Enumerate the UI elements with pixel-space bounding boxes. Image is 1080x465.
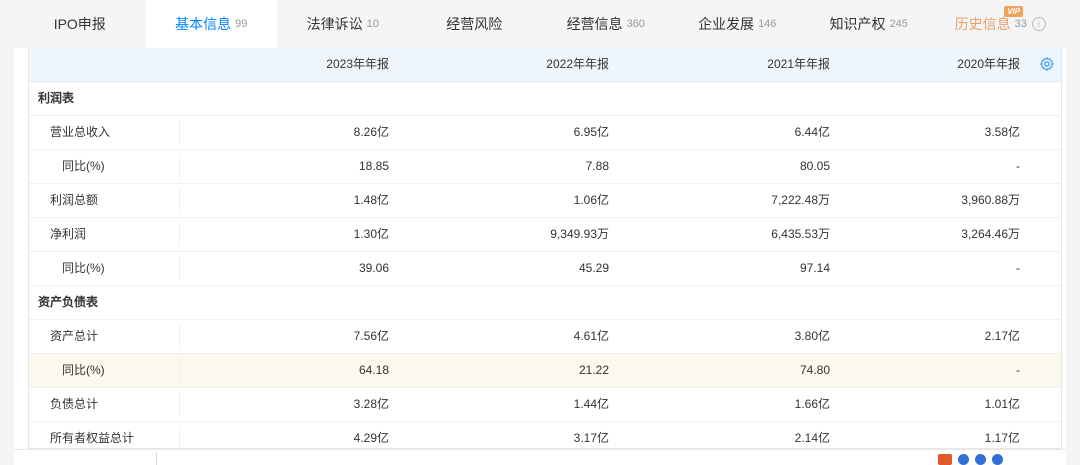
cell-2021: 6.44亿 [794,125,830,139]
tab-bar: IPO申报 基本信息 99 法律诉讼 10 经营风险 经营信息 360 企业发展… [14,0,1066,48]
cell-2021: 1.66亿 [794,397,830,411]
cell-2022: 3.17亿 [573,431,609,445]
tab-label: 企业发展 [698,16,755,32]
column-header: 2020年年报 [957,57,1020,71]
cell-2020: - [1016,261,1020,275]
cell-2020: - [1016,363,1020,377]
bottom-tick [156,453,157,465]
widget-icon[interactable] [992,454,1003,465]
table-row: 资产总计 7.56亿 4.61亿 3.80亿 2.17亿 [29,320,1061,354]
row-label: 所有者权益总计 [50,431,135,445]
tab-label: 法律诉讼 [306,16,363,32]
table-row: 同比(%) 39.06 45.29 97.14 - [29,252,1061,286]
tab-count: 99 [235,18,248,30]
section-label: 资产负债表 [38,295,99,309]
table-row: 营业总收入 8.26亿 6.95亿 6.44亿 3.58亿 [29,116,1061,150]
page-edge-left [0,0,14,465]
tab-label: 历史信息 [954,16,1011,32]
section-label: 利润表 [38,91,75,105]
cell-2023: 3.28亿 [353,397,389,411]
widget-icon[interactable] [958,454,969,465]
tab-ip[interactable]: 知识产权 245 [803,0,935,48]
tab-label: IPO申报 [53,16,106,32]
cell-2020: 2.17亿 [984,329,1020,343]
cell-2021: 3.80亿 [794,329,830,343]
widget-icon[interactable] [975,454,986,465]
widget-icon[interactable] [938,454,952,465]
tab-history[interactable]: VIP 历史信息 33 i [935,0,1067,48]
table-row: 净利润 1.30亿 9,349.93万 6,435.53万 3,264.46万 [29,218,1061,252]
table-row: 负债总计 3.28亿 1.44亿 1.66亿 1.01亿 [29,388,1061,422]
tab-operations[interactable]: 经营信息 360 [540,0,672,48]
cell-2022: 4.61亿 [573,329,609,343]
cell-2023: 18.85 [358,159,389,173]
cell-2023: 8.26亿 [353,125,389,139]
gear-icon[interactable] [1039,56,1055,72]
cell-2021: 7,222.48万 [771,193,830,207]
section-row-balance: 资产负债表 [29,286,1061,320]
row-label: 资产总计 [50,329,99,343]
tab-label: 经营信息 [566,16,623,32]
cell-2023: 7.56亿 [353,329,389,343]
row-label: 同比(%) [62,261,105,275]
tab-count: 10 [366,18,379,30]
tab-risk[interactable]: 经营风险 [409,0,541,48]
vip-badge: VIP [1004,6,1024,17]
cell-2020: 3.58亿 [984,125,1020,139]
row-label: 营业总收入 [50,125,111,139]
bottom-divider [14,449,1066,450]
cell-2023: 39.06 [358,261,389,275]
row-label: 同比(%) [62,363,105,377]
row-label: 同比(%) [62,159,105,173]
cell-2022: 21.22 [578,363,609,377]
cell-2022: 45.29 [578,261,609,275]
cell-2023: 1.30亿 [353,227,389,241]
cell-2022: 9,349.93万 [550,227,609,241]
tab-count: 245 [889,18,908,30]
cell-2020: 1.01亿 [984,397,1020,411]
tab-ipo[interactable]: IPO申报 [14,0,146,48]
tab-basic-info[interactable]: 基本信息 99 [145,0,277,48]
cell-2021: 6,435.53万 [771,227,830,241]
table-row: 所有者权益总计 4.29亿 3.17亿 2.14亿 1.17亿 [29,422,1061,448]
tab-label: 基本信息 [175,16,232,32]
info-icon[interactable]: i [1031,17,1046,31]
cell-2022: 6.95亿 [573,125,609,139]
tab-legal[interactable]: 法律诉讼 10 [277,0,409,48]
table-row-highlighted: 同比(%) 64.18 21.22 74.80 - [29,354,1061,388]
floating-widgets [938,454,1003,465]
section-row-income: 利润表 [29,82,1061,116]
cell-2023: 4.29亿 [353,431,389,445]
table-row: 利润总额 1.48亿 1.06亿 7,222.48万 3,960.88万 [29,184,1061,218]
column-header: 2023年年报 [326,57,389,71]
cell-2021: 2.14亿 [794,431,830,445]
cell-2021: 97.14 [799,261,830,275]
row-label: 负债总计 [50,397,99,411]
column-header: 2022年年报 [546,57,609,71]
cell-2023: 1.48亿 [353,193,389,207]
cell-2020: 3,960.88万 [961,193,1020,207]
column-header: 2021年年报 [767,57,830,71]
row-label: 利润总额 [50,193,99,207]
tab-count: 33 [1014,18,1027,30]
table-header: 2023年年报 2022年年报 2021年年报 2020年年报 [29,48,1061,82]
cell-2020: 1.17亿 [984,431,1020,445]
cell-2022: 1.06亿 [573,193,609,207]
tab-development[interactable]: 企业发展 146 [672,0,804,48]
page-edge-right [1066,0,1080,465]
cell-2022: 1.44亿 [573,397,609,411]
cell-2021: 74.80 [799,363,830,377]
row-label: 净利润 [50,227,87,241]
table-row: 同比(%) 18.85 7.88 80.05 - [29,150,1061,184]
tab-label: 经营风险 [446,16,503,32]
tab-label: 知识产权 [829,16,886,32]
cell-2020: 3,264.46万 [961,227,1020,241]
cell-2023: 64.18 [358,363,389,377]
cell-2021: 80.05 [799,159,830,173]
cell-2022: 7.88 [585,159,609,173]
financial-table: 2023年年报 2022年年报 2021年年报 2020年年报 利润表 营业总收… [28,48,1062,449]
tab-count: 146 [758,18,777,30]
tab-count: 360 [626,18,645,30]
cell-2020: - [1016,159,1020,173]
